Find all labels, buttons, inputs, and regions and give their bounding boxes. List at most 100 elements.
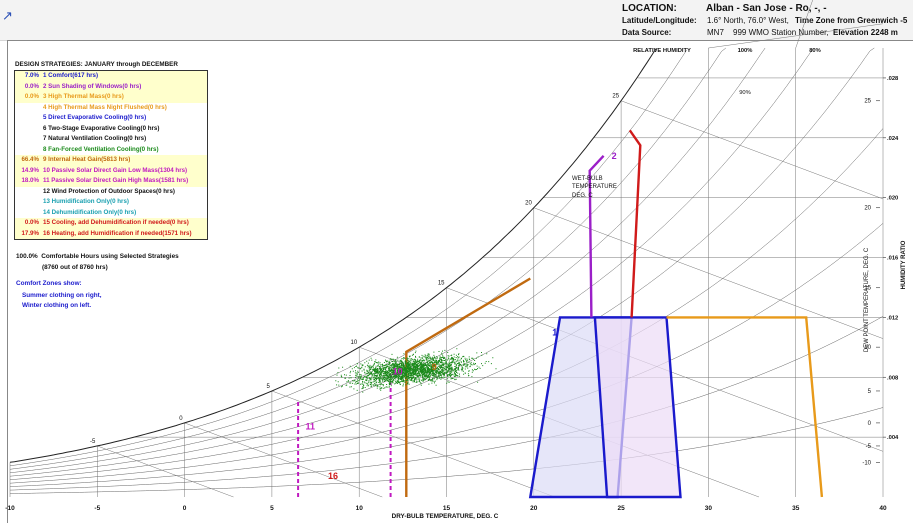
strategy-label: 14 Dehumidification Only(0 hrs) (43, 208, 137, 216)
strategy-label: 6 Two-Stage Evaporative Cooling(0 hrs) (43, 124, 160, 132)
strategy-row: 7.0% 1 Comfort(617 hrs) (15, 71, 207, 82)
strategy-percent: 0.0% (24, 219, 39, 226)
strategy-row: 12 Wind Protection of Outdoor Spaces(0 h… (15, 186, 207, 197)
y-tick-label: .028 (887, 76, 899, 82)
strategy-label: 1 Comfort(617 hrs) (43, 72, 99, 79)
x-tick-label: -5 (94, 505, 100, 512)
x-tick-label: 20 (530, 505, 538, 512)
strategy-label: 11 Passive Solar Direct Gain High Mass(1… (43, 177, 189, 184)
strategy-label: 5 Direct Evaporative Cooling(0 hrs) (43, 114, 147, 121)
dewpoint-tick-label: -10 (862, 460, 871, 466)
rh-label-100: 100% (738, 48, 753, 54)
comfort-note-title: Comfort Zones show: (16, 280, 82, 287)
strategy-label: 12 Wind Protection of Outdoor Spaces(0 h… (43, 187, 175, 195)
x-tick-label: 5 (270, 505, 274, 512)
wetbulb-gridline (621, 100, 884, 200)
y-tick-label: .016 (887, 256, 899, 262)
strategy-label: 13 Humidification Only(0 hrs) (43, 198, 129, 205)
zone-number-2: 2 (612, 151, 617, 161)
comfort-note-winter: Winter clothing on left. (22, 302, 92, 309)
strategy-row: 8 Fan-Forced Ventilation Cooling(0 hrs) (15, 144, 207, 155)
comfort-note-summer: Summer clothing on right, (22, 292, 102, 299)
strategy-row: 13 Humidification Only(0 hrs) (15, 197, 207, 208)
zone-number-10: 10 (393, 366, 403, 376)
dewpoint-tick-label: 20 (864, 206, 871, 212)
strategy-label: 16 Heating, add Humidification if needed… (43, 229, 192, 237)
zone-number-1: 1 (552, 327, 557, 337)
strategy-label: 15 Cooling, add Dehumidification if need… (43, 219, 189, 226)
wetbulb-gridline (97, 445, 234, 498)
strategy-row: 0.0% 3 High Thermal Mass(0 hrs) (15, 92, 207, 103)
y-tick-label: .004 (887, 435, 899, 441)
strategy-percent: 0.0% (24, 93, 39, 100)
wetbulb-tick-label: 25 (612, 94, 619, 100)
zone-outline-high_thermal_mass (666, 316, 824, 498)
zone-outline-internal_heat_gain (405, 277, 531, 497)
x-tick-label: 0 (183, 505, 187, 512)
y-tick-label: .020 (887, 196, 898, 202)
summary-line-2: (8760 out of 8760 hrs) (42, 264, 108, 271)
strategy-percent: 18.0% (21, 177, 39, 184)
wetbulb-tick-label: 20 (525, 201, 532, 207)
rh-header-label: RELATIVE HUMIDITY (633, 48, 691, 54)
x-tick-label: 15 (443, 505, 451, 512)
y-tick-label: .008 (887, 375, 899, 381)
strategy-percent: 66.4% (21, 156, 39, 163)
dewpoint-tick-label: 5 (868, 389, 872, 395)
y-tick-label: .012 (887, 315, 898, 321)
strategy-label: 3 High Thermal Mass(0 hrs) (43, 93, 124, 100)
strategy-row: 17.9% 16 Heating, add Humidification if n… (15, 228, 207, 239)
zone-number-16: 16 (328, 471, 338, 481)
strategy-percent: 7.0% (24, 72, 39, 79)
strategy-label: 7 Natural Ventilation Cooling(0 hrs) (43, 135, 147, 142)
strategy-row: 66.4% 9 Internal Heat Gain(5813 hrs) (15, 155, 207, 166)
wetbulb-gridline (795, 0, 813, 49)
summary-line-1: 100.0% Comfortable Hours using Selected … (16, 253, 179, 260)
dewpoint-tick-label: 25 (864, 99, 871, 105)
strategy-label: 10 Passive Solar Direct Gain Low Mass(13… (43, 166, 188, 174)
wetbulb-tick-label: 5 (267, 384, 271, 390)
strategy-row: 7 Natural Ventilation Cooling(0 hrs) (15, 134, 207, 145)
strategy-row: 0.0% 15 Cooling, add Dehumidification if … (15, 218, 207, 229)
strategy-row: 14.9% 10 Passive Solar Direct Gain Low Ma… (15, 165, 207, 176)
design-strategies-title: DESIGN STRATEGIES: JANUARY through DECEM… (15, 61, 178, 68)
zone-outline-cooling (628, 129, 642, 318)
strategies-legend: 7.0% 1 Comfort(617 hrs) 0.0% 2 Sun Shading … (14, 70, 208, 240)
rh-label-80: 80% (809, 48, 821, 54)
dewpoint-tick-label: 0 (868, 421, 872, 427)
x-axis-label: DRY-BULB TEMPERATURE, DEG. C (392, 513, 499, 520)
summary-text: Comfortable Hours using Selected Strateg… (41, 253, 179, 260)
x-tick-label: 25 (617, 505, 625, 512)
rh-label-90: 90% (739, 90, 751, 96)
dewpoint-tick-label: -5 (866, 444, 872, 450)
wetbulb-axis-label: WET-BULB (572, 176, 603, 182)
wetbulb-tick-label: 15 (438, 281, 445, 287)
wetbulb-tick-label: -5 (90, 439, 96, 445)
wetbulb-gridline (708, 23, 884, 49)
strategy-percent: 14.9% (21, 166, 39, 174)
strategy-label: 2 Sun Shading of Windows(0 hrs) (43, 82, 142, 90)
summary-percent: 100.0% (16, 253, 38, 260)
x-tick-label: 30 (705, 505, 713, 512)
y-axis-label: HUMIDITY RATIO (901, 240, 907, 289)
strategy-label: 9 Internal Heat Gain(5813 hrs) (43, 156, 131, 163)
strategy-row: 18.0% 11 Passive Solar Direct Gain High M… (15, 176, 207, 187)
zone-number-9: 9 (432, 362, 437, 372)
strategy-row: 14 Dehumidification Only(0 hrs) (15, 207, 207, 218)
strategy-row: 6 Two-Stage Evaporative Cooling(0 hrs) (15, 123, 207, 134)
strategy-percent: 0.0% (24, 82, 39, 90)
strategy-row: 0.0% 2 Sun Shading of Windows(0 hrs) (15, 81, 207, 92)
wetbulb-tick-label: 0 (179, 416, 183, 422)
y-tick-label: .024 (887, 136, 899, 142)
dewpoint-axis-label: DEW POINT TEMPERATURE, DEG. C (864, 247, 870, 352)
strategy-row: 5 Direct Evaporative Cooling(0 hrs) (15, 113, 207, 124)
x-tick-label: -10 (5, 505, 15, 512)
x-tick-label: 40 (879, 505, 887, 512)
strategy-percent: 17.9% (21, 229, 39, 237)
strategy-row: 4 High Thermal Mass Night Flushed(0 hrs) (15, 102, 207, 113)
wetbulb-gridline (271, 390, 555, 498)
strategy-label: 4 High Thermal Mass Night Flushed(0 hrs) (43, 103, 167, 111)
zone-number-11: 11 (306, 422, 316, 432)
wetbulb-axis-label: DEG. C (572, 193, 593, 199)
wetbulb-tick-label: 10 (351, 340, 358, 346)
